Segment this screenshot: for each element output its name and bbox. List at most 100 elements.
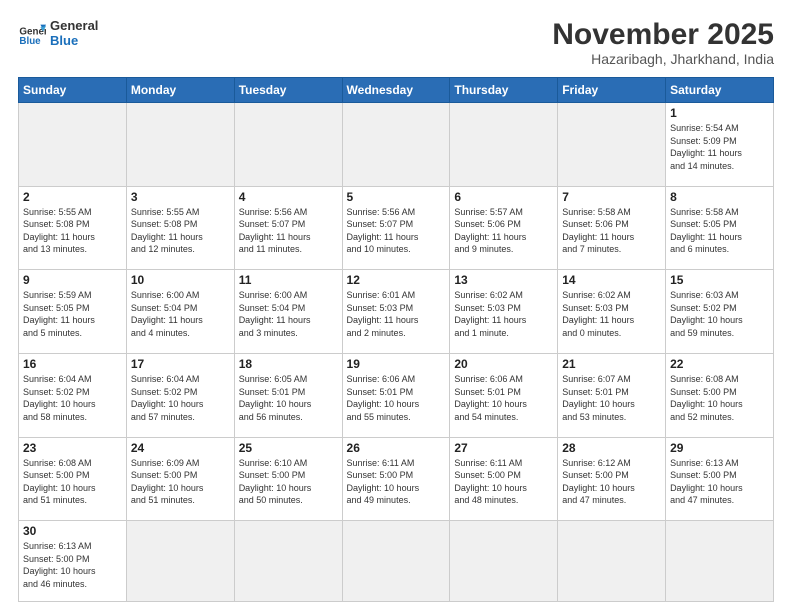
calendar-day-cell [558, 103, 666, 187]
day-number: 16 [23, 357, 122, 371]
calendar-day-cell: 3Sunrise: 5:55 AM Sunset: 5:08 PM Daylig… [126, 186, 234, 270]
day-number: 22 [670, 357, 769, 371]
day-number: 27 [454, 441, 553, 455]
day-sun-info: Sunrise: 6:09 AM Sunset: 5:00 PM Dayligh… [131, 457, 230, 507]
day-number: 25 [239, 441, 338, 455]
calendar-table: SundayMondayTuesdayWednesdayThursdayFrid… [18, 77, 774, 602]
calendar-day-cell [558, 521, 666, 602]
logo: General Blue General Blue [18, 18, 98, 48]
calendar-day-cell: 18Sunrise: 6:05 AM Sunset: 5:01 PM Dayli… [234, 353, 342, 437]
logo-general-text: General [50, 18, 98, 33]
header: General Blue General Blue November 2025 … [18, 18, 774, 67]
svg-text:Blue: Blue [19, 36, 41, 47]
calendar-day-cell [234, 103, 342, 187]
calendar-day-cell: 27 Sunrise: 6:11 AM Sunset: 5:00 PM Dayli… [450, 437, 558, 521]
page: General Blue General Blue November 2025 … [0, 0, 792, 612]
day-sun-info: Sunrise: 6:07 AM Sunset: 5:01 PM Dayligh… [562, 373, 661, 423]
logo-icon: General Blue [18, 19, 46, 47]
calendar-day-cell: 5Sunrise: 5:56 AM Sunset: 5:07 PM Daylig… [342, 186, 450, 270]
calendar-day-header: Monday [126, 78, 234, 103]
day-number: 21 [562, 357, 661, 371]
calendar-day-cell [666, 521, 774, 602]
day-number: 1 [670, 106, 769, 120]
day-number: 11 [239, 273, 338, 287]
calendar-day-header: Friday [558, 78, 666, 103]
day-number: 6 [454, 190, 553, 204]
day-number: 19 [347, 357, 446, 371]
logo-blue-text: Blue [50, 33, 98, 48]
day-number: 20 [454, 357, 553, 371]
calendar-day-cell [342, 103, 450, 187]
calendar-week-row: 1 Sunrise: 5:54 AM Sunset: 5:09 PM Daylig… [19, 103, 774, 187]
day-number: 17 [131, 357, 230, 371]
calendar-day-cell: 19 Sunrise: 6:06 AM Sunset: 5:01 PM Dayli… [342, 353, 450, 437]
calendar-week-row: 30 Sunrise: 6:13 AM Sunset: 5:00 PM Dayli… [19, 521, 774, 602]
day-number: 9 [23, 273, 122, 287]
calendar-day-cell: 13 Sunrise: 6:02 AM Sunset: 5:03 PM Dayli… [450, 270, 558, 354]
day-sun-info: Sunrise: 6:08 AM Sunset: 5:00 PM Dayligh… [23, 457, 122, 507]
calendar-day-cell: 7 Sunrise: 5:58 AM Sunset: 5:06 PM Daylig… [558, 186, 666, 270]
calendar-day-cell: 1 Sunrise: 5:54 AM Sunset: 5:09 PM Daylig… [666, 103, 774, 187]
day-sun-info: Sunrise: 5:54 AM Sunset: 5:09 PM Dayligh… [670, 122, 769, 172]
calendar-day-cell: 16 Sunrise: 6:04 AM Sunset: 5:02 PM Dayli… [19, 353, 127, 437]
day-sun-info: Sunrise: 6:06 AM Sunset: 5:01 PM Dayligh… [347, 373, 446, 423]
calendar-day-cell [126, 521, 234, 602]
calendar-day-header: Saturday [666, 78, 774, 103]
calendar-day-cell [450, 103, 558, 187]
day-number: 30 [23, 524, 122, 538]
day-sun-info: Sunrise: 6:06 AM Sunset: 5:01 PM Dayligh… [454, 373, 553, 423]
calendar-day-cell: 22Sunrise: 6:08 AM Sunset: 5:00 PM Dayli… [666, 353, 774, 437]
calendar-day-cell: 11 Sunrise: 6:00 AM Sunset: 5:04 PM Dayli… [234, 270, 342, 354]
calendar-day-cell: 26 Sunrise: 6:11 AM Sunset: 5:00 PM Dayli… [342, 437, 450, 521]
day-sun-info: Sunrise: 5:58 AM Sunset: 5:06 PM Dayligh… [562, 206, 661, 256]
day-number: 18 [239, 357, 338, 371]
day-sun-info: Sunrise: 6:04 AM Sunset: 5:02 PM Dayligh… [23, 373, 122, 423]
day-sun-info: Sunrise: 6:04 AM Sunset: 5:02 PM Dayligh… [131, 373, 230, 423]
day-sun-info: Sunrise: 5:59 AM Sunset: 5:05 PM Dayligh… [23, 289, 122, 339]
day-sun-info: Sunrise: 6:11 AM Sunset: 5:00 PM Dayligh… [454, 457, 553, 507]
day-number: 26 [347, 441, 446, 455]
calendar-day-cell [450, 521, 558, 602]
day-sun-info: Sunrise: 5:58 AM Sunset: 5:05 PM Dayligh… [670, 206, 769, 256]
calendar-day-cell: 9 Sunrise: 5:59 AM Sunset: 5:05 PM Daylig… [19, 270, 127, 354]
day-sun-info: Sunrise: 6:12 AM Sunset: 5:00 PM Dayligh… [562, 457, 661, 507]
calendar-day-cell [234, 521, 342, 602]
day-sun-info: Sunrise: 6:02 AM Sunset: 5:03 PM Dayligh… [454, 289, 553, 339]
calendar-day-cell: 6 Sunrise: 5:57 AM Sunset: 5:06 PM Daylig… [450, 186, 558, 270]
day-sun-info: Sunrise: 6:00 AM Sunset: 5:04 PM Dayligh… [239, 289, 338, 339]
calendar-day-cell: 23 Sunrise: 6:08 AM Sunset: 5:00 PM Dayli… [19, 437, 127, 521]
day-sun-info: Sunrise: 5:57 AM Sunset: 5:06 PM Dayligh… [454, 206, 553, 256]
calendar-day-cell: 10 Sunrise: 6:00 AM Sunset: 5:04 PM Dayli… [126, 270, 234, 354]
calendar-day-cell: 30 Sunrise: 6:13 AM Sunset: 5:00 PM Dayli… [19, 521, 127, 602]
month-year-title: November 2025 [552, 18, 774, 51]
calendar-day-cell [19, 103, 127, 187]
location-subtitle: Hazaribagh, Jharkhand, India [552, 51, 774, 67]
calendar-week-row: 9 Sunrise: 5:59 AM Sunset: 5:05 PM Daylig… [19, 270, 774, 354]
calendar-day-header: Thursday [450, 78, 558, 103]
calendar-day-cell: 2Sunrise: 5:55 AM Sunset: 5:08 PM Daylig… [19, 186, 127, 270]
calendar-day-cell: 15 Sunrise: 6:03 AM Sunset: 5:02 PM Dayli… [666, 270, 774, 354]
calendar-day-cell: 28Sunrise: 6:12 AM Sunset: 5:00 PM Dayli… [558, 437, 666, 521]
day-sun-info: Sunrise: 6:11 AM Sunset: 5:00 PM Dayligh… [347, 457, 446, 507]
calendar-day-cell: 14Sunrise: 6:02 AM Sunset: 5:03 PM Dayli… [558, 270, 666, 354]
calendar-day-cell: 17 Sunrise: 6:04 AM Sunset: 5:02 PM Dayli… [126, 353, 234, 437]
day-sun-info: Sunrise: 5:56 AM Sunset: 5:07 PM Dayligh… [347, 206, 446, 256]
day-number: 7 [562, 190, 661, 204]
day-sun-info: Sunrise: 6:13 AM Sunset: 5:00 PM Dayligh… [670, 457, 769, 507]
day-number: 4 [239, 190, 338, 204]
calendar-header-row: SundayMondayTuesdayWednesdayThursdayFrid… [19, 78, 774, 103]
calendar-day-cell: 20 Sunrise: 6:06 AM Sunset: 5:01 PM Dayli… [450, 353, 558, 437]
day-number: 23 [23, 441, 122, 455]
calendar-day-header: Wednesday [342, 78, 450, 103]
calendar-day-cell: 25Sunrise: 6:10 AM Sunset: 5:00 PM Dayli… [234, 437, 342, 521]
day-number: 8 [670, 190, 769, 204]
day-number: 10 [131, 273, 230, 287]
day-number: 13 [454, 273, 553, 287]
calendar-day-cell: 24Sunrise: 6:09 AM Sunset: 5:00 PM Dayli… [126, 437, 234, 521]
day-number: 15 [670, 273, 769, 287]
day-number: 14 [562, 273, 661, 287]
day-sun-info: Sunrise: 6:03 AM Sunset: 5:02 PM Dayligh… [670, 289, 769, 339]
day-sun-info: Sunrise: 6:13 AM Sunset: 5:00 PM Dayligh… [23, 540, 122, 590]
day-sun-info: Sunrise: 6:00 AM Sunset: 5:04 PM Dayligh… [131, 289, 230, 339]
day-number: 2 [23, 190, 122, 204]
